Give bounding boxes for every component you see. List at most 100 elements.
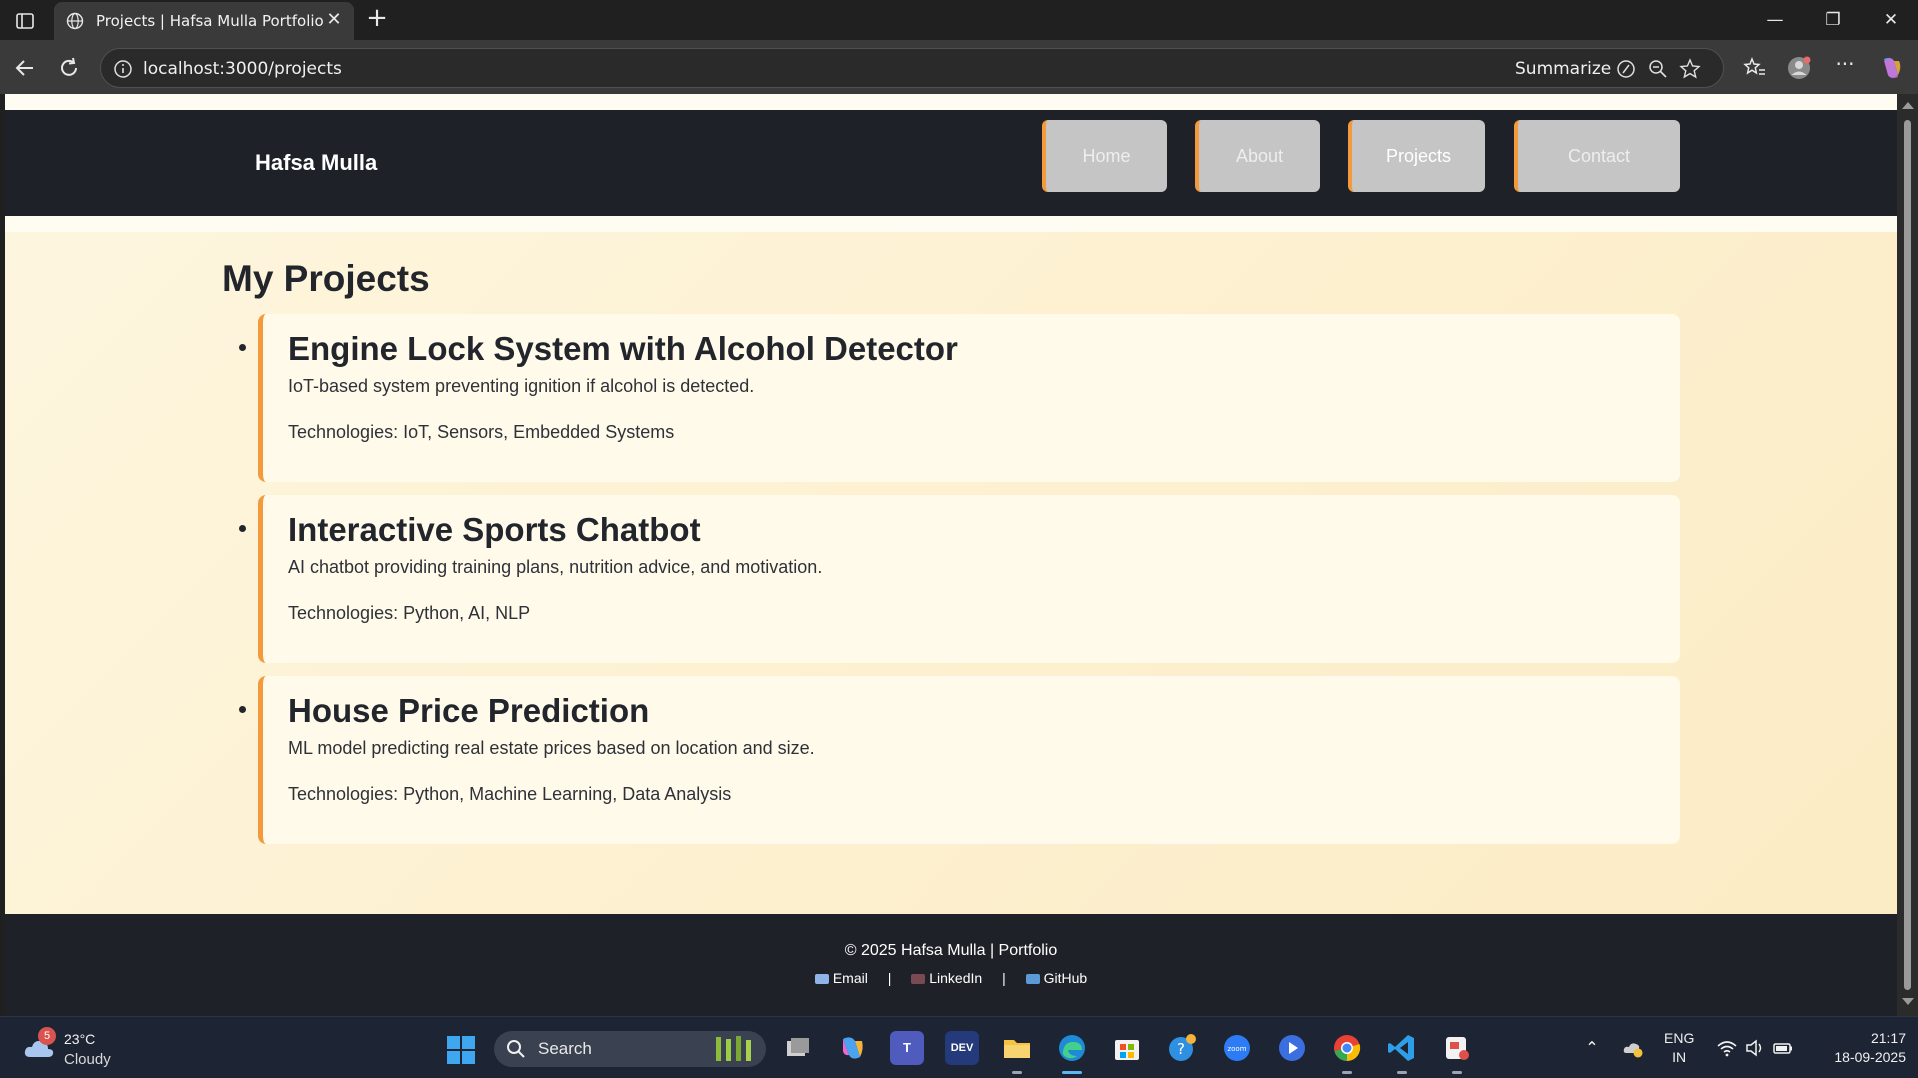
- copilot-icon[interactable]: [1878, 55, 1904, 81]
- refresh-icon[interactable]: [56, 55, 82, 81]
- scroll-down-arrow-icon[interactable]: [1902, 998, 1914, 1005]
- file-explorer-icon[interactable]: [1000, 1031, 1034, 1065]
- project-title: Engine Lock System with Alcohol Detector: [288, 330, 958, 367]
- scroll-up-arrow-icon[interactable]: [1902, 102, 1914, 109]
- svg-text:?: ?: [1177, 1040, 1185, 1058]
- list-bullet: [239, 706, 246, 713]
- site-brand[interactable]: Hafsa Mulla: [255, 150, 377, 176]
- github-link-label: GitHub: [1043, 970, 1088, 986]
- chrome-icon[interactable]: [1330, 1031, 1364, 1065]
- site-header: Hafsa Mulla Home About Projects Contact: [5, 110, 1897, 216]
- task-view-icon[interactable]: [780, 1031, 814, 1065]
- new-tab-button[interactable]: +: [364, 5, 390, 32]
- site-footer: © 2025 Hafsa Mulla | Portfolio Email | L…: [5, 914, 1897, 1016]
- address-bar[interactable]: localhost:3000/projects Summarize: [100, 48, 1724, 88]
- battery-icon[interactable]: [1772, 1037, 1794, 1059]
- email-icon: [814, 974, 829, 984]
- link-separator: |: [1002, 970, 1006, 986]
- site-info-icon[interactable]: [113, 59, 133, 79]
- project-title: House Price Prediction: [288, 692, 650, 729]
- linkedin-link[interactable]: LinkedIn: [911, 970, 982, 986]
- search-label: Search: [538, 1039, 592, 1058]
- scroll-thumb[interactable]: [1904, 120, 1911, 990]
- wifi-icon[interactable]: [1716, 1037, 1738, 1059]
- dev-home-icon[interactable]: DEV: [945, 1031, 979, 1065]
- page-scrollbar[interactable]: [1897, 94, 1918, 1016]
- nav-projects-button[interactable]: Projects: [1348, 120, 1485, 192]
- project-card: House Price Prediction ML model predicti…: [239, 676, 1680, 844]
- copilot-summarize-icon[interactable]: [1615, 58, 1637, 80]
- browser-toolbar: localhost:3000/projects Summarize ···: [0, 40, 1918, 94]
- project-card: Interactive Sports Chatbot AI chatbot pr…: [239, 495, 1680, 663]
- link-separator: |: [887, 970, 892, 986]
- minimize-icon[interactable]: —: [1762, 8, 1788, 32]
- active-app-indicator: [1062, 1071, 1082, 1074]
- microsoft-store-icon[interactable]: [1110, 1031, 1144, 1065]
- more-options-icon[interactable]: ···: [1832, 54, 1858, 81]
- input-language-indicator[interactable]: ENG IN: [1664, 1029, 1694, 1067]
- edge-browser-icon[interactable]: [1055, 1031, 1089, 1065]
- clock-date: 18-09-2025: [1834, 1049, 1906, 1065]
- list-bullet: [239, 344, 246, 351]
- snipping-tool-icon[interactable]: [1440, 1031, 1474, 1065]
- running-indicator: [1452, 1071, 1462, 1074]
- restore-icon[interactable]: ❐: [1820, 8, 1846, 32]
- region-code: IN: [1672, 1049, 1687, 1065]
- zoom-icon[interactable]: zoom: [1220, 1031, 1254, 1065]
- footer-links: Email | LinkedIn | GitHub: [5, 970, 1897, 986]
- search-highlight-bamboo-icon: [716, 1036, 751, 1061]
- tab-actions-icon[interactable]: [14, 10, 36, 32]
- top-strip: [5, 94, 1897, 110]
- github-link[interactable]: GitHub: [1025, 970, 1088, 986]
- nav-home-button[interactable]: Home: [1042, 120, 1167, 192]
- zoom-out-icon[interactable]: [1647, 58, 1669, 80]
- close-window-icon[interactable]: ✕: [1878, 8, 1904, 32]
- browser-tab-bar: Projects | Hafsa Mulla Portfolio ✕ + — ❐…: [0, 0, 1918, 40]
- windows-taskbar: 5 23°C Cloudy Search T DEV ? zoom ⌃ ENG …: [0, 1016, 1918, 1078]
- favorite-star-icon[interactable]: [1679, 58, 1701, 80]
- project-technologies: Technologies: IoT, Sensors, Embedded Sys…: [288, 422, 675, 442]
- tab-title: Projects | Hafsa Mulla Portfolio: [96, 12, 324, 30]
- teams-icon[interactable]: T: [890, 1031, 924, 1065]
- project-title: Interactive Sports Chatbot: [288, 511, 701, 548]
- project-description: IoT-based system preventing ignition if …: [288, 376, 755, 396]
- project-technologies: Technologies: Python, AI, NLP: [288, 603, 531, 623]
- nav-contact-button[interactable]: Contact: [1514, 120, 1680, 192]
- clock-time: 21:17: [1870, 1030, 1906, 1046]
- media-player-icon[interactable]: [1275, 1031, 1309, 1065]
- close-tab-icon[interactable]: ✕: [324, 10, 344, 30]
- language-code: ENG: [1664, 1030, 1695, 1046]
- page-title: My Projects: [222, 258, 430, 299]
- system-clock[interactable]: 21:17 18-09-2025: [1810, 1029, 1906, 1067]
- weather-temperature[interactable]: 23°C: [64, 1031, 95, 1047]
- nav-about-button[interactable]: About: [1195, 120, 1320, 192]
- weather-alert-badge: 5: [38, 1027, 56, 1045]
- favorites-icon[interactable]: [1742, 55, 1768, 81]
- running-indicator: [1342, 1071, 1352, 1074]
- list-bullet: [239, 525, 246, 532]
- project-technologies: Technologies: Python, Machine Learning, …: [288, 784, 732, 804]
- briefcase-icon: [911, 974, 926, 984]
- globe-icon: [66, 12, 84, 30]
- email-link-label: Email: [832, 970, 868, 986]
- email-link[interactable]: Email: [814, 970, 868, 986]
- copilot-app-icon[interactable]: [835, 1031, 869, 1065]
- summarize-button[interactable]: Summarize: [1515, 59, 1611, 79]
- show-hidden-icons-chevron-icon[interactable]: ⌃: [1581, 1037, 1603, 1059]
- get-help-icon[interactable]: ?: [1165, 1031, 1199, 1065]
- running-indicator: [1397, 1071, 1407, 1074]
- vscode-icon[interactable]: [1385, 1031, 1419, 1065]
- taskbar-search[interactable]: Search: [494, 1031, 766, 1067]
- weather-condition[interactable]: Cloudy: [64, 1051, 111, 1068]
- volume-icon[interactable]: [1744, 1037, 1766, 1059]
- onedrive-warning-icon[interactable]: [1622, 1037, 1644, 1059]
- profile-avatar-icon[interactable]: [1786, 55, 1812, 81]
- url-text[interactable]: localhost:3000/projects: [143, 59, 342, 79]
- linkedin-link-label: LinkedIn: [929, 970, 983, 986]
- header-divider: [5, 216, 1897, 232]
- project-description: AI chatbot providing training plans, nut…: [288, 557, 823, 577]
- windows-start-icon[interactable]: [446, 1035, 476, 1065]
- back-icon[interactable]: [12, 55, 38, 81]
- copyright-text: © 2025 Hafsa Mulla | Portfolio: [844, 942, 1058, 959]
- browser-tab-active[interactable]: Projects | Hafsa Mulla Portfolio ✕: [54, 2, 354, 40]
